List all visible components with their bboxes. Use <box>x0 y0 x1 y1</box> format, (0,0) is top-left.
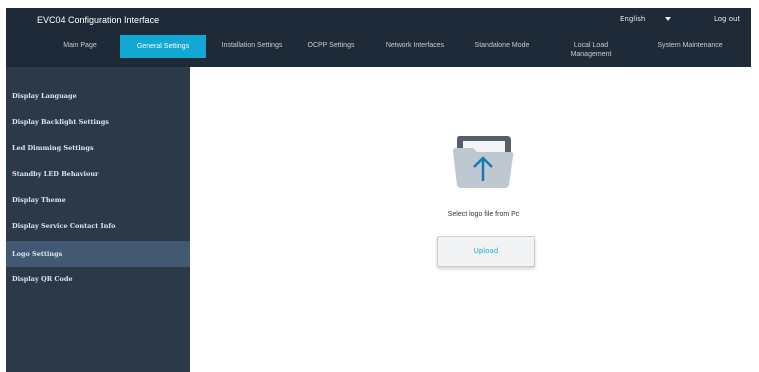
app-title: EVC04 Configuration Interface <box>37 15 160 25</box>
sidebar-item-display-service-contact-info[interactable]: Display Service Contact Info <box>6 213 190 239</box>
tab-system-maintenance[interactable]: System Maintenance <box>640 34 740 58</box>
app-frame: EVC04 Configuration Interface English Lo… <box>6 8 751 372</box>
sidebar-item-standby-led-behaviour[interactable]: Standby LED Behaviour <box>6 161 190 187</box>
tab-ocpp-settings[interactable]: OCPP Settings <box>295 34 367 58</box>
tab-network-interfaces[interactable]: Network Interfaces <box>374 34 456 58</box>
sidebar-item-led-dimming-settings[interactable]: Led Dimming Settings <box>6 135 190 161</box>
top-bar: EVC04 Configuration Interface English Lo… <box>6 8 751 34</box>
sidebar-item-display-qr-code[interactable]: Display QR Code <box>6 266 190 292</box>
chevron-down-icon <box>665 17 672 21</box>
main-nav: Main Page General Settings Installation … <box>6 34 751 67</box>
sidebar-item-display-language[interactable]: Display Language <box>6 83 190 109</box>
language-select[interactable]: English <box>620 15 672 23</box>
tab-local-load-management[interactable]: Local Load Management <box>566 34 616 58</box>
sidebar-item-display-backlight-settings[interactable]: Display Backlight Settings <box>6 109 190 135</box>
select-logo-label: Select logo file from Pc <box>447 211 520 218</box>
tab-main-page[interactable]: Main Page <box>30 34 130 58</box>
logout-link[interactable]: Log out <box>714 15 740 23</box>
upload-button[interactable]: Upload <box>437 236 535 267</box>
language-value: English <box>620 15 646 23</box>
sidebar-item-logo-settings[interactable]: Logo Settings <box>6 241 190 267</box>
sidebar: Display Language Display Backlight Setti… <box>6 67 190 372</box>
tab-general-settings[interactable]: General Settings <box>120 35 206 58</box>
tab-standalone-mode[interactable]: Standalone Mode <box>461 34 543 58</box>
sidebar-item-display-theme[interactable]: Display Theme <box>6 187 190 213</box>
tab-installation-settings[interactable]: Installation Settings <box>211 34 293 58</box>
folder-upload-icon <box>453 134 515 189</box>
logo-settings-panel: Select logo file from Pc Upload <box>190 67 751 372</box>
